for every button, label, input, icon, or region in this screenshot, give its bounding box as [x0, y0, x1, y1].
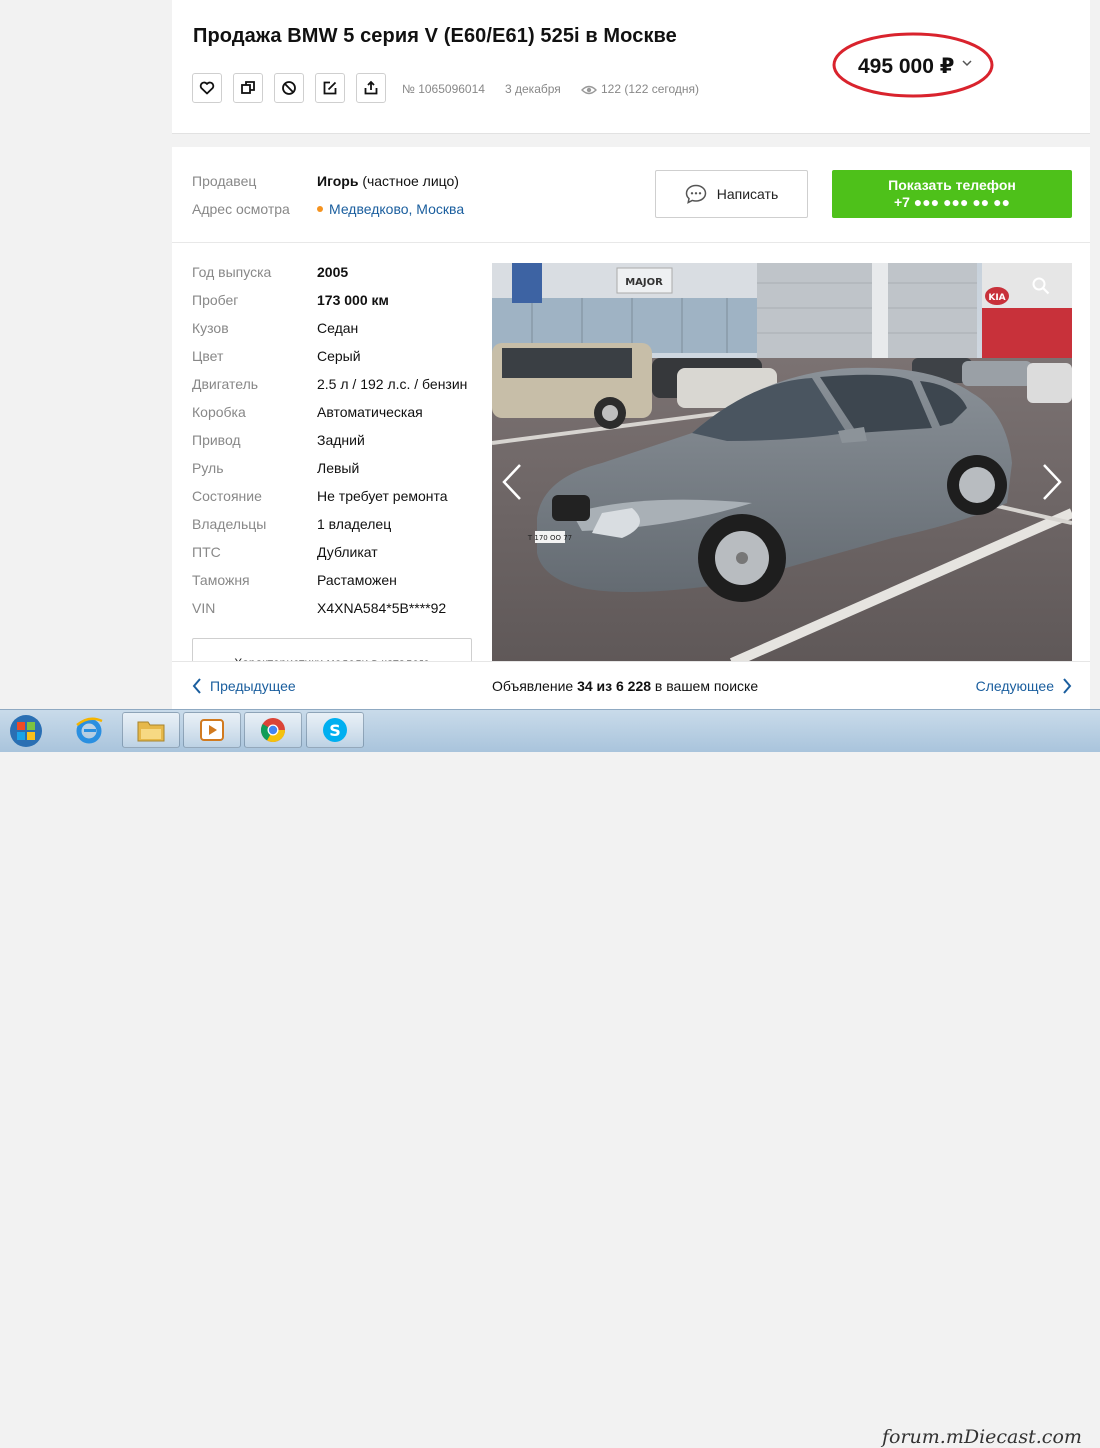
- pager-text-after: в вашем поиске: [651, 678, 759, 694]
- spec-label: Кузов: [192, 320, 229, 336]
- windows-taskbar: S forum.mDiecast.com: [0, 709, 1100, 1448]
- previous-listing-link[interactable]: Предыдущее: [192, 678, 296, 694]
- block-button[interactable]: [274, 73, 304, 103]
- next-listing-link[interactable]: Следующее: [976, 678, 1072, 694]
- car-photo[interactable]: MAJOR KIA Т 170 ОО 77: [492, 263, 1072, 663]
- ie-icon: [76, 717, 103, 744]
- seller-label: Продавец: [192, 173, 257, 189]
- kia-sign: KIA: [988, 293, 1005, 303]
- pager-position: 34 из 6 228: [577, 678, 652, 694]
- spec-value: Задний: [317, 432, 365, 448]
- block-icon: [282, 81, 296, 95]
- spec-label: ПТС: [192, 544, 221, 560]
- spec-value: Левый: [317, 460, 360, 476]
- svg-text:S: S: [329, 721, 341, 740]
- metro-dot: [317, 206, 323, 212]
- spec-label: Коробка: [192, 404, 246, 420]
- next-label: Следующее: [975, 678, 1054, 694]
- spec-label: VIN: [192, 600, 216, 616]
- start-button[interactable]: [4, 713, 48, 749]
- eye-icon: [581, 85, 597, 95]
- spec-label: Состояние: [192, 488, 262, 504]
- folder-icon: [137, 721, 165, 742]
- views-count: 122 (122 сегодня): [581, 82, 699, 96]
- forum-watermark: forum.mDiecast.com: [882, 1426, 1082, 1448]
- seller-type: (частное лицо): [362, 173, 459, 189]
- spec-value: 2005: [317, 264, 349, 280]
- address-link[interactable]: Медведково, Москва: [317, 201, 464, 217]
- photo-prev-arrow-icon[interactable]: [500, 463, 524, 501]
- divider: [172, 242, 1090, 243]
- chevron-down-icon: [962, 60, 972, 67]
- spec-value: X4XNA584*5B****92: [317, 600, 447, 616]
- address-text: Медведково, Москва: [329, 201, 465, 217]
- media-player-icon: [200, 719, 224, 741]
- write-message-button[interactable]: Написать: [655, 170, 808, 218]
- chrome-icon: [260, 718, 285, 743]
- action-toolbar: [192, 73, 386, 103]
- views-text: 122 (122 сегодня): [601, 82, 700, 96]
- phone-masked: +7 ●●● ●●● ●● ●●: [893, 194, 1011, 210]
- write-label: Написать: [716, 186, 779, 202]
- listing-number: № 1065096014: [402, 82, 485, 96]
- edit-icon: [323, 81, 337, 95]
- chat-bubble-icon: [685, 184, 707, 204]
- taskbar-skype[interactable]: S: [306, 712, 364, 748]
- spec-label: Привод: [192, 432, 241, 448]
- heart-icon: [199, 81, 215, 95]
- search-position: Объявление 34 из 6 228 в вашем поиске: [492, 678, 758, 694]
- price-block[interactable]: 495 000 ₽: [832, 32, 994, 98]
- license-plate: Т 170 ОО 77: [527, 534, 572, 542]
- taskbar-ie[interactable]: [60, 712, 118, 748]
- seller-name: Игорь: [317, 173, 359, 189]
- photo-next-arrow-icon[interactable]: [1040, 463, 1064, 501]
- page-title: Продажа BMW 5 серия V (E60/E61) 525i в М…: [193, 25, 677, 47]
- note-button[interactable]: [315, 73, 345, 103]
- spec-value: Седан: [317, 320, 359, 336]
- favorite-button[interactable]: [192, 73, 222, 103]
- spec-value: Дубликат: [317, 544, 378, 560]
- share-button[interactable]: [356, 73, 386, 103]
- spec-value: Растаможен: [317, 572, 397, 588]
- price: 495 000 ₽: [858, 55, 955, 78]
- listing-date: 3 декабря: [505, 82, 561, 96]
- share-icon: [364, 80, 378, 95]
- skype-icon: S: [323, 718, 347, 742]
- address-label: Адрес осмотра: [192, 201, 290, 217]
- chevron-left-icon: [192, 678, 201, 694]
- spec-value: Автоматическая: [317, 404, 423, 420]
- copy-icon: [241, 81, 255, 94]
- spec-label: Двигатель: [192, 376, 259, 392]
- show-phone-label: Показать телефон: [888, 177, 1016, 193]
- compare-button[interactable]: [233, 73, 263, 103]
- chevron-right-icon: [1063, 678, 1072, 694]
- pager-text-before: Объявление: [492, 678, 578, 694]
- spec-value: Не требует ремонта: [317, 488, 448, 504]
- spec-label: Пробег: [192, 292, 239, 308]
- search-pager: Предыдущее Объявление 34 из 6 228 в ваше…: [172, 661, 1090, 709]
- listing-header: Продажа BMW 5 серия V (E60/E61) 525i в М…: [172, 0, 1090, 134]
- spec-label: Руль: [192, 460, 224, 476]
- spec-label: Цвет: [192, 348, 224, 364]
- spec-label: Таможня: [192, 572, 250, 588]
- spec-value: 173 000 км: [317, 292, 389, 308]
- dealer-sign: MAJOR: [625, 277, 663, 288]
- spec-value: 2.5 л / 192 л.с. / бензин: [317, 376, 468, 392]
- windows-logo-icon: [10, 715, 42, 747]
- previous-label: Предыдущее: [210, 678, 296, 694]
- taskbar-media-player[interactable]: [183, 712, 241, 748]
- taskbar-chrome[interactable]: [244, 712, 302, 748]
- seller-info: Игорь (частное лицо): [317, 173, 459, 189]
- taskbar-explorer[interactable]: [122, 712, 180, 748]
- show-phone-button[interactable]: Показать телефон +7 ●●● ●●● ●● ●●: [832, 170, 1072, 218]
- spec-label: Владельцы: [192, 516, 267, 532]
- spec-value: 1 владелец: [317, 516, 392, 532]
- zoom-icon[interactable]: [1032, 277, 1050, 295]
- spec-value: Серый: [317, 348, 361, 364]
- spec-label: Год выпуска: [192, 264, 272, 280]
- listing-body: Продавец Игорь (частное лицо) Адрес осмо…: [172, 147, 1090, 717]
